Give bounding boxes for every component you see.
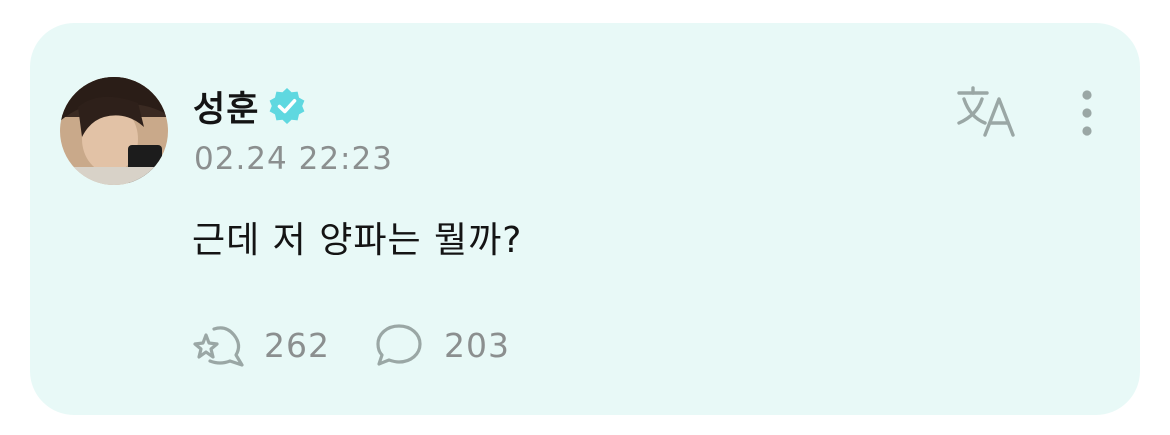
comment-button[interactable]: 203	[372, 321, 510, 369]
author-name[interactable]: 성훈	[193, 81, 259, 132]
more-vertical-icon[interactable]	[1070, 87, 1104, 141]
verified-badge-icon	[270, 88, 305, 124]
author-header: 성훈	[193, 81, 307, 131]
avatar-photo	[60, 77, 168, 185]
author-avatar[interactable]	[60, 77, 168, 185]
like-button[interactable]: 262	[192, 321, 330, 369]
sparkle-heart-icon	[193, 326, 244, 367]
post-card: 성훈 02.24 22:23 근데 저 양파는 뭘까? 262 203	[30, 23, 1140, 415]
post-timestamp: 02.24 22:23	[194, 141, 393, 177]
comment-bubble-icon	[376, 324, 422, 366]
like-count: 262	[264, 325, 330, 365]
post-message: 근데 저 양파는 뭘까?	[192, 220, 523, 261]
comment-count: 203	[444, 325, 510, 365]
translate-icon[interactable]	[955, 85, 1019, 141]
post-actions: 262 203	[192, 321, 552, 369]
